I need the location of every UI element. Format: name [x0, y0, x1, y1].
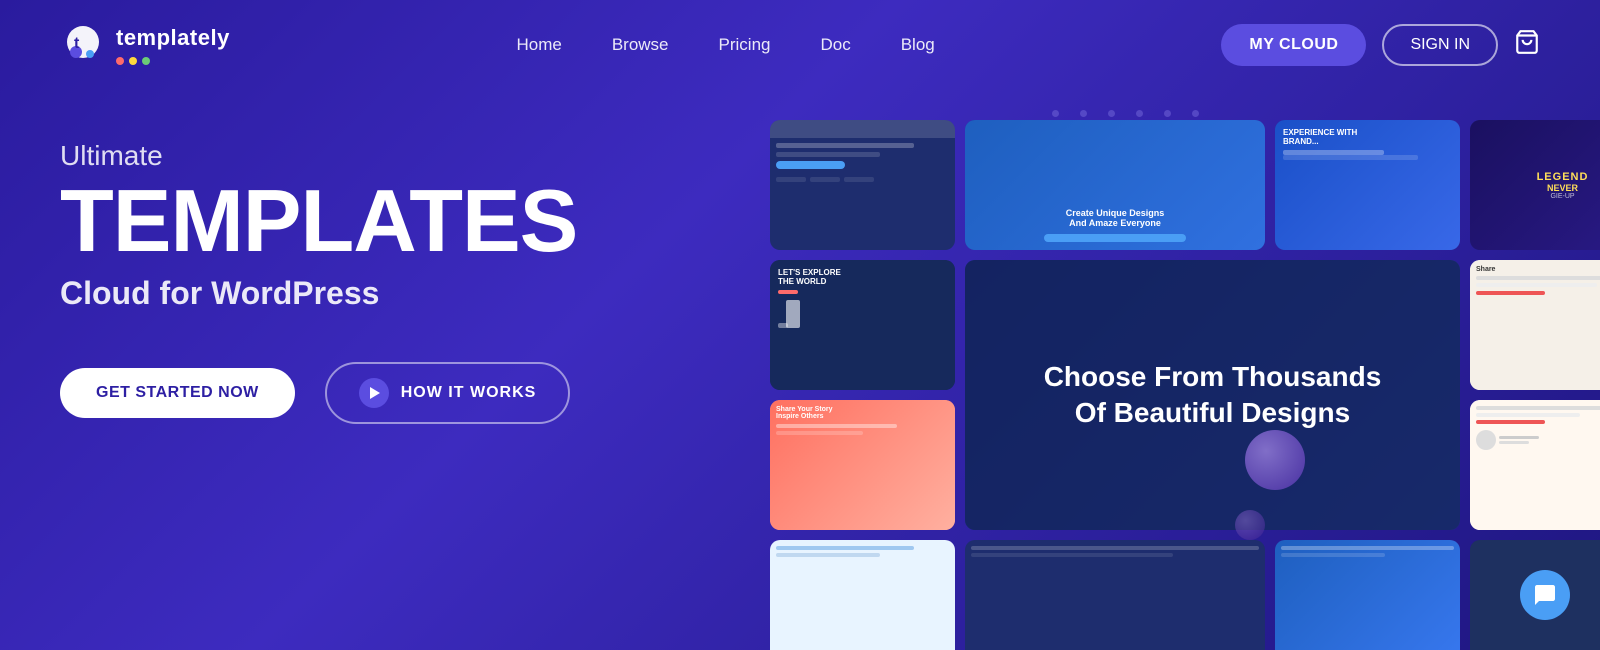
- nav-browse[interactable]: Browse: [612, 35, 669, 55]
- hero-subtitle: Ultimate: [60, 140, 710, 172]
- get-started-button[interactable]: GET STARTED NOW: [60, 368, 295, 418]
- hero-buttons: GET STARTED NOW HOW IT WORKS: [60, 362, 710, 424]
- hero-right: Create Unique DesignsAnd Amaze Everyone …: [710, 120, 1600, 640]
- nav-home[interactable]: Home: [516, 35, 561, 55]
- template-card-2[interactable]: Create Unique DesignsAnd Amaze Everyone: [965, 120, 1265, 250]
- cart-icon[interactable]: [1514, 29, 1540, 61]
- svg-text:t: t: [74, 35, 80, 52]
- sphere-small: [1235, 510, 1265, 540]
- hero-section: Ultimate TEMPLATES Cloud for WordPress G…: [0, 90, 1600, 640]
- template-card-5[interactable]: LET'S EXPLORETHE WORLD: [770, 260, 955, 390]
- logo-wrapper: templately: [116, 25, 230, 65]
- hero-desc: Cloud for WordPress: [60, 275, 710, 312]
- logo-dot-green: [142, 57, 150, 65]
- how-it-works-label: HOW IT WORKS: [401, 384, 537, 402]
- logo-dot-red: [116, 57, 124, 65]
- sphere-purple: [1245, 430, 1305, 490]
- nav-links: Home Browse Pricing Doc Blog: [516, 35, 934, 55]
- template-grid: Create Unique DesignsAnd Amaze Everyone …: [770, 120, 1600, 650]
- template-card-9[interactable]: [770, 540, 955, 650]
- template-card-7[interactable]: Share Your StoryInspire Others: [770, 400, 955, 530]
- my-cloud-button[interactable]: MY CLOUD: [1221, 24, 1366, 66]
- logo-dot-yellow: [129, 57, 137, 65]
- big-card-text: Choose From Thousands Of Beautiful Desig…: [1044, 359, 1382, 432]
- nav-doc[interactable]: Doc: [820, 35, 850, 55]
- template-card-1[interactable]: [770, 120, 955, 250]
- chat-bubble[interactable]: [1520, 570, 1570, 620]
- nav-blog[interactable]: Blog: [901, 35, 935, 55]
- template-card-10[interactable]: [965, 540, 1265, 650]
- how-it-works-button[interactable]: HOW IT WORKS: [325, 362, 571, 424]
- logo-dots: [116, 57, 230, 65]
- big-card-line1: Choose From Thousands: [1044, 359, 1382, 395]
- big-card-overlay: Choose From Thousands Of Beautiful Desig…: [965, 260, 1460, 530]
- play-triangle: [370, 387, 380, 399]
- logo-icon: t: [60, 22, 106, 68]
- template-card-3[interactable]: EXPERIENCE WITHBRAND...: [1275, 120, 1460, 250]
- template-card-11[interactable]: [1275, 540, 1460, 650]
- navbar: t templately Home Browse Pricing Doc Blo…: [0, 0, 1600, 90]
- sign-in-button[interactable]: SIGN IN: [1382, 24, 1498, 66]
- nav-actions: MY CLOUD SIGN IN: [1221, 24, 1540, 66]
- big-card-line2: Of Beautiful Designs: [1044, 395, 1382, 431]
- logo[interactable]: t templately: [60, 22, 230, 68]
- play-button-icon: [359, 378, 389, 408]
- page-wrapper: t templately Home Browse Pricing Doc Blo…: [0, 0, 1600, 650]
- hero-title: TEMPLATES: [60, 177, 710, 265]
- hero-left: Ultimate TEMPLATES Cloud for WordPress G…: [60, 120, 710, 424]
- template-card-8[interactable]: [1470, 400, 1600, 530]
- brand-name: templately: [116, 25, 230, 51]
- nav-pricing[interactable]: Pricing: [719, 35, 771, 55]
- template-card-big[interactable]: Choose From Thousands Of Beautiful Desig…: [965, 260, 1460, 530]
- template-card-6[interactable]: Share: [1470, 260, 1600, 390]
- template-card-4[interactable]: LEGEND NEVER GIE-UP: [1470, 120, 1600, 250]
